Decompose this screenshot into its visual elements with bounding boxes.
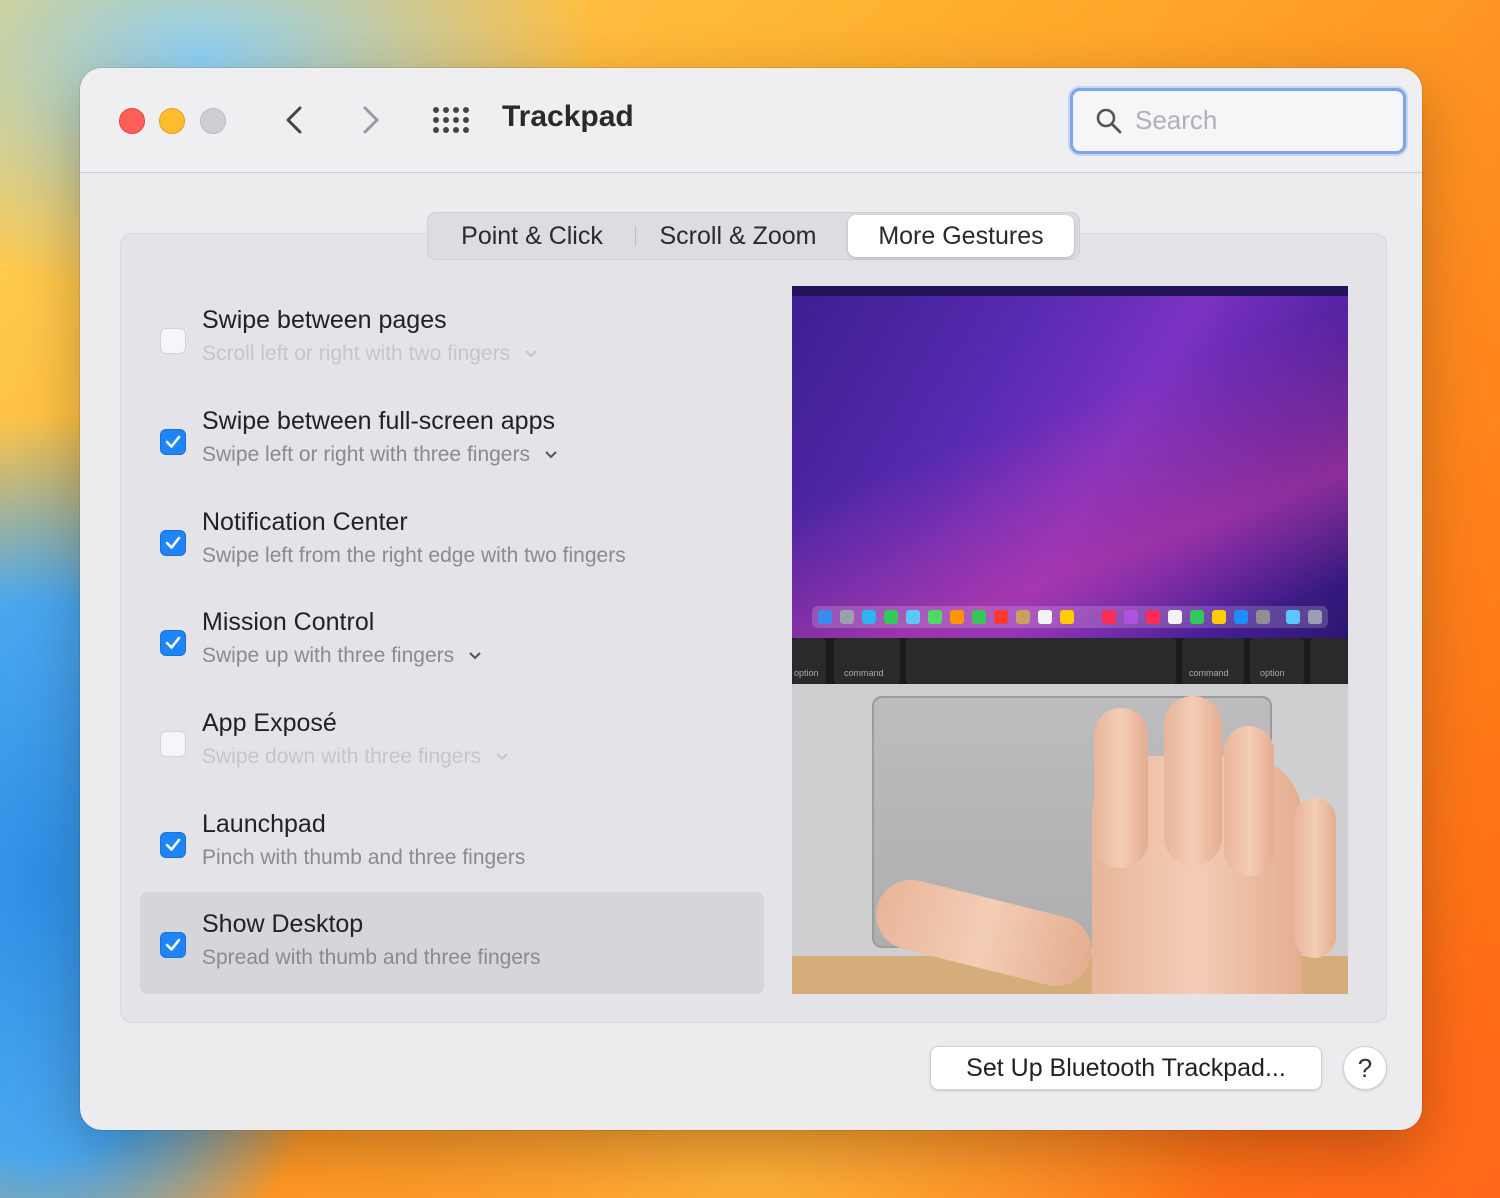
chevron-down-icon [525, 350, 537, 358]
gesture-row-notification-center: Notification Center Swipe left from the … [140, 490, 764, 592]
gesture-title: App Exposé [202, 709, 337, 737]
help-button[interactable]: ? [1343, 1046, 1387, 1090]
gesture-title: Swipe between pages [202, 306, 447, 334]
gesture-preview-video: option command command option [792, 286, 1348, 994]
tab-divider [635, 226, 636, 246]
gesture-row-show-desktop[interactable]: Show Desktop Spread with thumb and three… [140, 892, 764, 994]
gesture-subtitle: Swipe left or right with three fingers [202, 443, 530, 466]
gesture-subtitle: Pinch with thumb and three fingers [202, 846, 526, 869]
minimize-button[interactable] [159, 108, 185, 134]
gesture-row-swipe-between-full-screen-apps: Swipe between full-screen apps Swipe lef… [140, 389, 764, 491]
preview-dock [812, 606, 1328, 628]
key-label: option [1260, 668, 1285, 678]
gesture-subtitle: Swipe up with three fingers [202, 644, 455, 667]
gesture-title: Swipe between full-screen apps [202, 407, 555, 435]
gesture-subtitle: Scroll left or right with two fingers [202, 342, 511, 365]
search-field[interactable] [1070, 88, 1406, 154]
gesture-subtitle: Swipe left from the right edge with two … [202, 544, 626, 567]
zoom-button[interactable] [200, 108, 226, 134]
show-desktop-checkbox[interactable] [160, 932, 186, 958]
key-label: command [844, 668, 884, 678]
launchpad-checkbox[interactable] [160, 832, 186, 858]
gesture-subtitle: Swipe down with three fingers [202, 745, 481, 768]
checkmark-icon [165, 536, 181, 549]
app-expose-checkbox[interactable] [160, 731, 186, 757]
checkmark-icon [165, 938, 181, 951]
gesture-option-menu[interactable]: Swipe left or right with three fingers [202, 443, 558, 467]
gesture-row-swipe-between-pages: Swipe between pages Scroll left or right… [140, 288, 764, 390]
gesture-title: Show Desktop [202, 910, 364, 938]
mission-control-checkbox[interactable] [160, 630, 186, 656]
close-button[interactable] [119, 108, 145, 134]
key-label: command [1189, 668, 1229, 678]
chevron-left-icon [286, 106, 302, 134]
preview-finger [1164, 696, 1222, 866]
notification-center-checkbox[interactable] [160, 530, 186, 556]
gesture-title: Launchpad [202, 810, 326, 838]
search-input[interactable] [1135, 103, 1385, 137]
key-label: option [794, 668, 819, 678]
gesture-row-mission-control: Mission Control Swipe up with three fing… [140, 590, 764, 692]
swipe-between-apps-checkbox[interactable] [160, 429, 186, 455]
gesture-option-menu[interactable]: Scroll left or right with two fingers [202, 342, 538, 366]
preview-menu-bar [792, 286, 1348, 296]
window-title: Trackpad [502, 100, 634, 133]
chevron-down-icon [496, 753, 508, 761]
tab-bar: Point & Click Scroll & Zoom More Gesture… [427, 212, 1080, 260]
gesture-option-menu[interactable]: Swipe down with three fingers [202, 745, 509, 769]
preview-finger [1224, 726, 1274, 876]
back-button[interactable] [273, 98, 317, 142]
checkmark-icon [165, 838, 181, 851]
tab-more-gestures[interactable]: More Gestures [848, 215, 1074, 257]
forward-button[interactable] [348, 98, 392, 142]
tab-scroll-and-zoom[interactable]: Scroll & Zoom [640, 215, 836, 257]
setup-bluetooth-trackpad-button[interactable]: Set Up Bluetooth Trackpad... [930, 1046, 1322, 1090]
gesture-row-app-expose: App Exposé Swipe down with three fingers [140, 691, 764, 793]
search-icon [1096, 108, 1122, 134]
gesture-title: Mission Control [202, 608, 375, 636]
preview-mac-screen [792, 286, 1348, 638]
chevron-down-icon [545, 451, 557, 459]
title-bar: Trackpad [80, 68, 1422, 173]
swipe-between-pages-checkbox[interactable] [160, 328, 186, 354]
preview-finger [1294, 798, 1336, 958]
gesture-title: Notification Center [202, 508, 408, 536]
gesture-subtitle: Spread with thumb and three fingers [202, 946, 541, 969]
checkmark-icon [165, 435, 181, 448]
preview-finger [1094, 708, 1148, 868]
checkmark-icon [165, 636, 181, 649]
gesture-row-launchpad: Launchpad Pinch with thumb and three fin… [140, 792, 764, 894]
chevron-down-icon [469, 652, 481, 660]
show-all-grid-icon[interactable] [432, 106, 472, 134]
gesture-option-menu[interactable]: Swipe up with three fingers [202, 644, 482, 668]
system-preferences-window: Trackpad Point & Click Scroll & Zoom Mor… [80, 68, 1422, 1130]
chevron-right-icon [363, 106, 379, 134]
tab-point-and-click[interactable]: Point & Click [434, 215, 630, 257]
preview-keyboard: option command command option [792, 638, 1348, 684]
